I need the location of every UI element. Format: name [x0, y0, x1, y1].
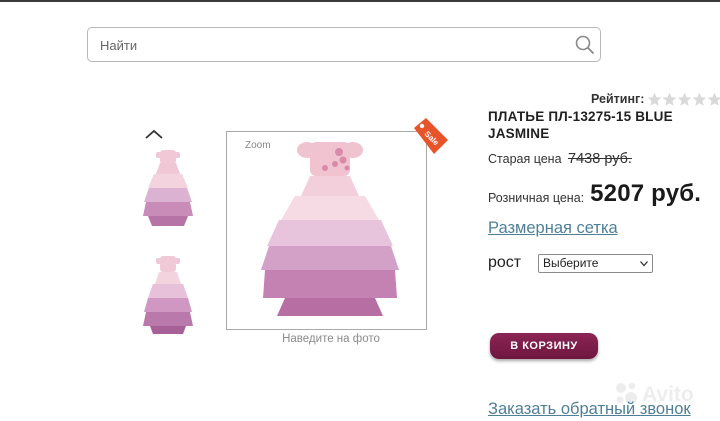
dress-photo	[261, 142, 399, 316]
callback-link[interactable]: Заказать обратный звонок	[488, 400, 691, 419]
chevron-up-icon[interactable]	[142, 126, 166, 142]
rating-stars[interactable]	[647, 92, 720, 107]
chevron-down-icon	[640, 261, 648, 267]
retail-price-value: 5207 руб.	[590, 180, 702, 207]
hover-hint: Наведите на фото	[282, 333, 380, 345]
star-icon[interactable]	[647, 92, 662, 107]
thumbnail-front[interactable]	[138, 146, 198, 232]
old-price-row: Старая цена 7438 руб.	[488, 151, 632, 167]
add-to-cart-button[interactable]: В КОРЗИНУ	[490, 333, 598, 359]
star-icon[interactable]	[662, 92, 677, 107]
retail-price-label: Розничная цена:	[488, 191, 585, 205]
size-chart-link[interactable]: Размерная сетка	[488, 219, 618, 238]
rating: Рейтинг:	[591, 91, 720, 107]
sale-badge: Sale	[414, 118, 448, 154]
search-icon[interactable]	[574, 34, 596, 56]
star-icon[interactable]	[707, 92, 720, 107]
star-icon[interactable]	[692, 92, 707, 107]
retail-price-row: Розничная цена: 5207 руб.	[488, 180, 701, 208]
thumbnail-back[interactable]	[138, 252, 198, 338]
old-price-label: Старая цена	[488, 152, 562, 166]
height-label: рост	[488, 254, 522, 271]
rating-label: Рейтинг:	[591, 92, 645, 106]
star-icon[interactable]	[677, 92, 692, 107]
height-select-value: Выберите	[543, 256, 599, 270]
top-divider	[0, 0, 720, 2]
search-input[interactable]	[100, 36, 560, 54]
search-box[interactable]	[87, 27, 601, 62]
old-price-value: 7438 руб.	[568, 151, 632, 167]
height-select[interactable]: Выберите	[538, 254, 653, 273]
main-product-image[interactable]: Zoom	[226, 131, 427, 330]
product-title: ПЛАТЬЕ ПЛ-13275-15 BLUE JASMINE	[488, 109, 673, 141]
